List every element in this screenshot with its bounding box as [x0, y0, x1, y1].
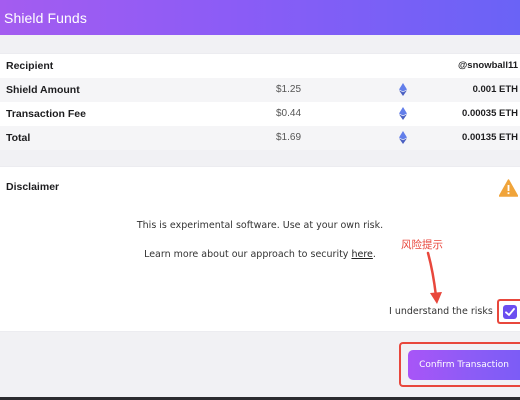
security-link[interactable]: here	[351, 249, 372, 260]
shield-amount-label: Shield Amount	[6, 84, 80, 96]
warning-triangle-icon	[499, 179, 518, 197]
total-row: Total $1.69 0.00135 ETH	[0, 126, 520, 150]
total-usd: $1.69	[276, 132, 302, 143]
header-bar: Shield Funds	[0, 0, 520, 35]
recipient-value: @snowball11	[458, 60, 518, 71]
shield-amount-eth: 0.001 ETH	[472, 84, 518, 95]
understand-risks-label: I understand the risks	[389, 306, 493, 317]
disclaimer-title: Disclaimer	[6, 181, 60, 193]
shield-amount-usd: $1.25	[276, 84, 302, 95]
transaction-fee-row: Transaction Fee $0.44 0.00035 ETH	[0, 102, 520, 126]
transaction-fee-eth: 0.00035 ETH	[462, 108, 518, 119]
security-note-period: .	[372, 249, 376, 260]
total-label: Total	[6, 132, 31, 144]
checkmark-icon	[505, 308, 515, 316]
security-note-text: Learn more about our approach to securit…	[144, 249, 352, 260]
annotation-arrow-icon	[426, 251, 442, 304]
disclaimer-text: This is experimental software. Use at yo…	[136, 220, 384, 231]
shield-amount-row: Shield Amount $1.25 0.001 ETH	[0, 78, 520, 102]
transaction-fee-usd: $0.44	[276, 108, 302, 119]
transaction-fee-label: Transaction Fee	[6, 108, 86, 120]
ethereum-icon	[399, 83, 407, 96]
recipient-label: Recipient	[6, 60, 54, 72]
annotation-label: 风险提示	[401, 239, 443, 251]
understand-risks-checkbox[interactable]	[503, 305, 517, 319]
page-title: Shield Funds	[4, 10, 87, 26]
annotation-checkbox-highlight	[497, 299, 520, 324]
ethereum-icon	[399, 131, 407, 144]
total-eth: 0.00135 ETH	[462, 132, 518, 143]
confirm-transaction-button[interactable]: Confirm Transaction	[408, 350, 520, 380]
ethereum-icon	[399, 107, 407, 120]
transaction-summary: Recipient @snowball11 Shield Amount $1.2…	[0, 53, 520, 150]
recipient-row: Recipient @snowball11	[0, 54, 520, 78]
